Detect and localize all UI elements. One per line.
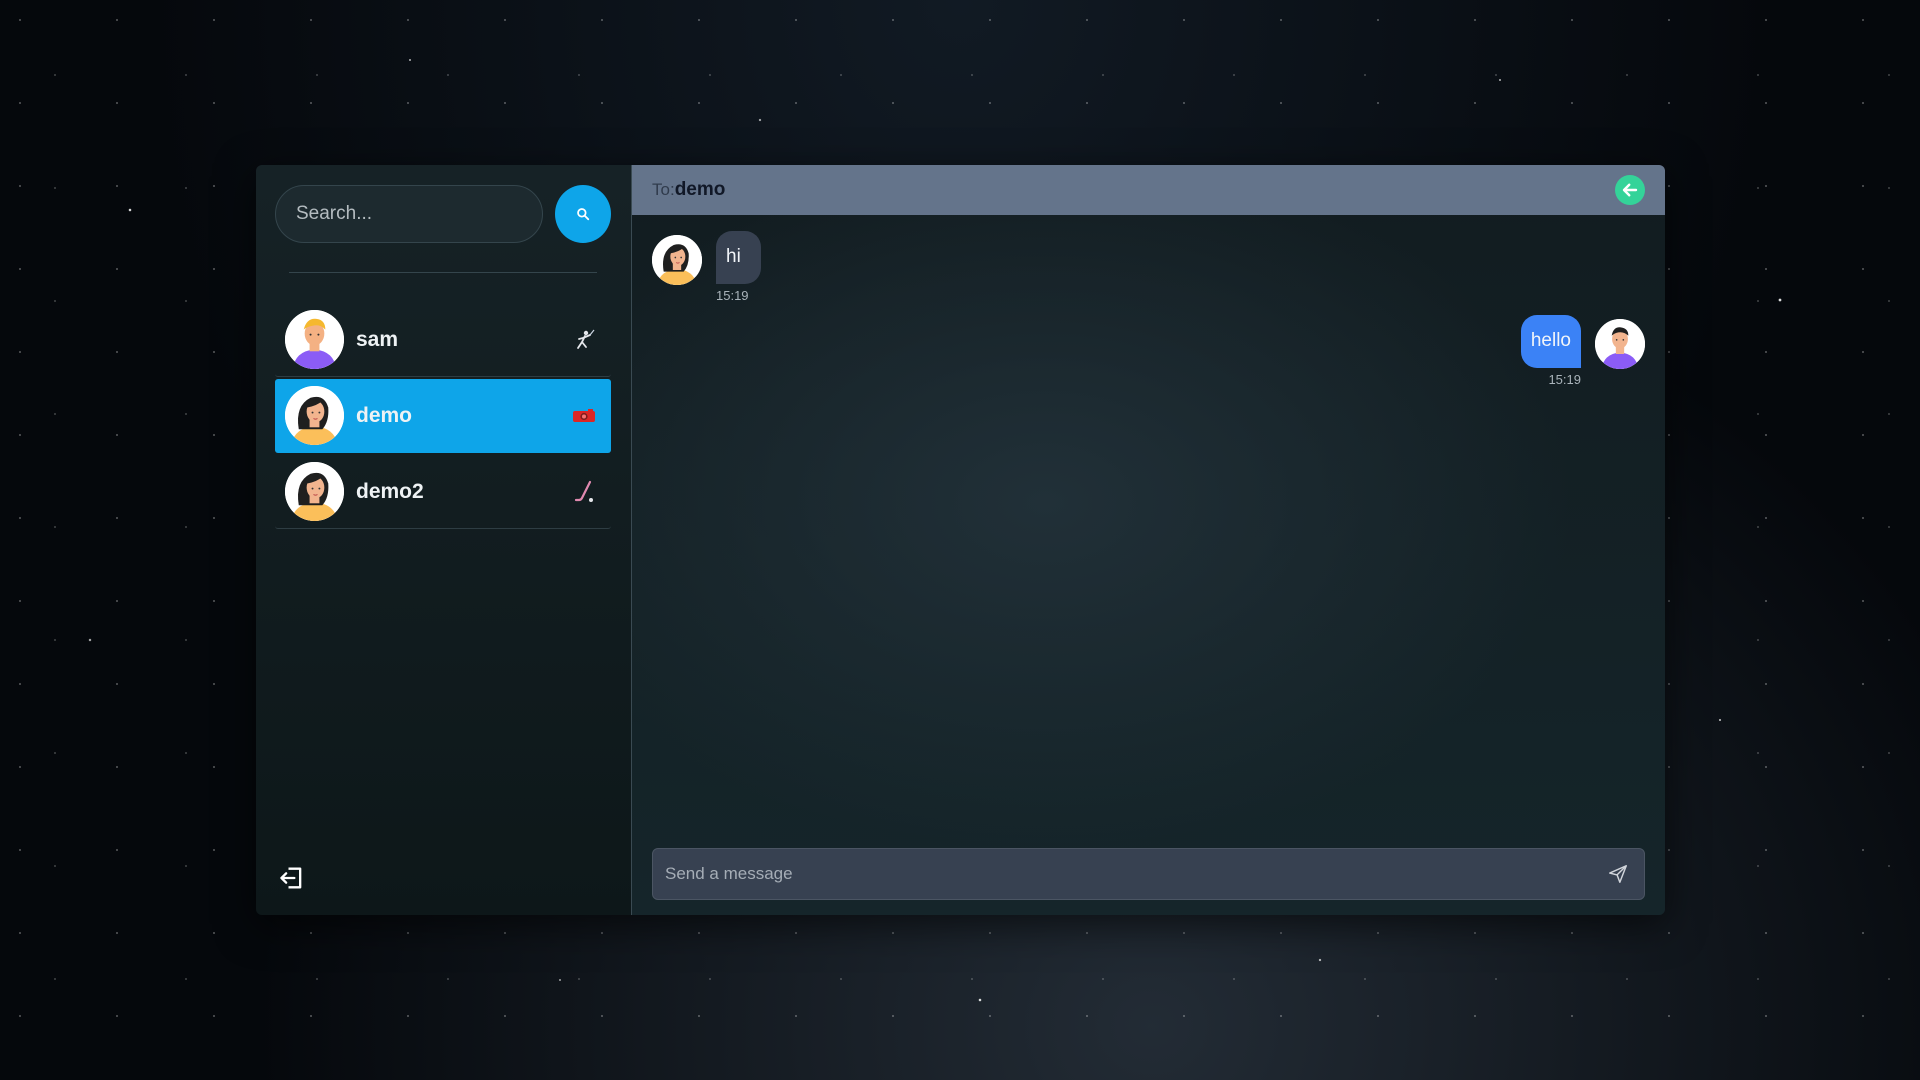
avatar bbox=[1595, 319, 1645, 369]
sidebar-divider bbox=[289, 272, 597, 273]
avatar bbox=[285, 386, 344, 445]
avatar-woman-icon bbox=[285, 462, 344, 521]
back-button[interactable] bbox=[1615, 175, 1645, 205]
avatar bbox=[652, 235, 702, 285]
avatar-man-icon bbox=[1595, 319, 1645, 369]
search-input[interactable] bbox=[275, 185, 543, 243]
message-time: 15:19 bbox=[716, 288, 749, 303]
message-composer bbox=[652, 848, 1645, 900]
chat-panel: To: demo hi 15:19 hello 15:19 Send a mes… bbox=[632, 165, 1665, 915]
avatar bbox=[285, 462, 344, 521]
message-input[interactable] bbox=[653, 849, 1598, 899]
search-icon bbox=[577, 208, 590, 221]
sidebar: sam bbox=[256, 165, 632, 915]
logout-button[interactable] bbox=[275, 861, 309, 895]
message-body: hi 15:19 bbox=[716, 231, 761, 303]
send-button[interactable] bbox=[1598, 854, 1638, 894]
hockey-stick-icon bbox=[571, 479, 597, 505]
logout-icon bbox=[280, 867, 302, 889]
avatar-man-icon bbox=[285, 310, 344, 369]
message-bubble: hi bbox=[716, 231, 761, 284]
avatar-woman-icon bbox=[652, 235, 702, 285]
to-label: To: bbox=[652, 180, 675, 199]
message-bubble: hello bbox=[1520, 315, 1581, 368]
message-time: 15:19 bbox=[1548, 372, 1581, 387]
message-body: hello 15:19 bbox=[1520, 315, 1581, 387]
search-button[interactable] bbox=[555, 185, 611, 243]
conversation-list: sam demo demo2 bbox=[275, 303, 611, 529]
chat-header: To: demo bbox=[632, 165, 1665, 215]
conversation-item-demo[interactable]: demo bbox=[275, 379, 611, 453]
recipient-name: demo bbox=[674, 179, 726, 200]
avatar-woman-icon bbox=[285, 386, 344, 445]
chat-app: sam bbox=[256, 165, 1665, 915]
video-camera-icon bbox=[571, 403, 597, 429]
avatar bbox=[285, 310, 344, 369]
message-incoming: hi 15:19 bbox=[652, 231, 761, 303]
search-form bbox=[275, 185, 611, 243]
conversation-name: sam bbox=[356, 327, 399, 351]
fencing-icon bbox=[571, 327, 597, 353]
conversation-name: demo bbox=[356, 403, 413, 427]
conversation-name: demo2 bbox=[356, 479, 424, 503]
conversation-item-demo2[interactable]: demo2 bbox=[275, 455, 611, 529]
send-icon bbox=[1609, 865, 1627, 883]
message-list: hi 15:19 hello 15:19 bbox=[632, 215, 1665, 915]
arrow-left-icon bbox=[1622, 183, 1638, 197]
conversation-item-sam[interactable]: sam bbox=[275, 303, 611, 377]
message-outgoing: hello 15:19 bbox=[1520, 315, 1645, 387]
